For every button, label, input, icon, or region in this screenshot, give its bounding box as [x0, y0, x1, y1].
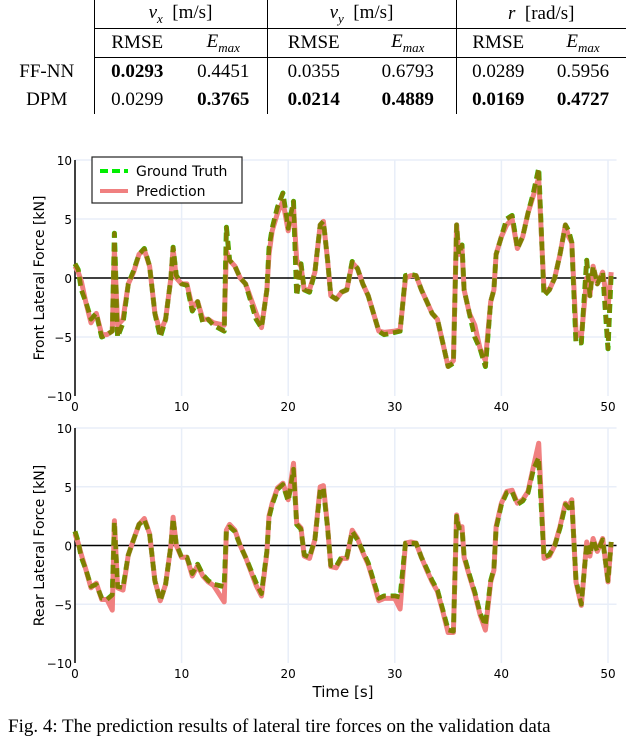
subheader-rmse: RMSE [456, 29, 540, 58]
y-axis-label: Rear Lateral Force [kN] [32, 465, 48, 627]
front-lateral-force-chart: 0 10 20 30 40 50 −10 −5 0 5 10 Front Lateral Force … [32, 154, 617, 414]
y-tick-label: 5 [64, 213, 72, 227]
group-symbol: v [330, 2, 338, 23]
figure-caption: Fig. 4: The prediction results of latera… [8, 716, 551, 738]
x-tick-label: 10 [174, 400, 189, 414]
table-cell: 0.0355 [267, 58, 360, 87]
emax-sub: max [218, 39, 240, 54]
row-label: DPM [0, 86, 94, 114]
row-label: FF-NN [0, 58, 94, 87]
table-row: FF-NN 0.0293 0.4451 0.0355 0.6793 0.0289… [0, 58, 626, 87]
group-symbol: r [508, 3, 515, 24]
y-tick-label: −10 [47, 657, 72, 671]
charts-figure: 01020304050−10−50510Front Lateral Force … [0, 140, 640, 710]
table-corner-cell [0, 29, 94, 58]
emax-symbol: E [566, 31, 578, 52]
table-cell: 0.0289 [456, 58, 540, 87]
table-cell: 0.0293 [94, 58, 180, 87]
x-tick-label: 50 [600, 667, 615, 681]
x-tick-label: 0 [71, 667, 79, 681]
emax-sub: max [578, 39, 600, 54]
group-unit: [rad/s] [525, 3, 575, 24]
x-tick-label: 30 [387, 667, 402, 681]
table-subheader-row: RMSE Emax RMSE Emax RMSE Emax [0, 29, 626, 58]
x-tick-label: 10 [174, 667, 189, 681]
table-cell: 0.4727 [540, 86, 626, 114]
group-symbol-sub: x [157, 10, 163, 25]
x-tick-label: 30 [387, 400, 402, 414]
emax-symbol: E [391, 31, 403, 52]
y-axis-label: Front Lateral Force [kN] [32, 196, 48, 361]
group-symbol-sub: y [338, 10, 344, 25]
y-tick-label: 10 [57, 422, 72, 436]
table-group-header-row: vx [m/s] vy [m/s] r [rad/s] [0, 0, 626, 29]
table-corner-cell [0, 0, 94, 29]
y-tick-label: 5 [64, 481, 72, 495]
subheader-rmse: RMSE [267, 29, 360, 58]
emax-symbol: E [207, 31, 219, 52]
emax-sub: max [403, 39, 425, 54]
y-tick-label: −10 [47, 390, 72, 404]
y-tick-label: −5 [54, 331, 72, 345]
table-cell: 0.0299 [94, 86, 180, 114]
x-tick-label: 50 [600, 400, 615, 414]
table-cell: 0.0169 [456, 86, 540, 114]
subheader-emax: Emax [540, 29, 626, 58]
results-table-container: vx [m/s] vy [m/s] r [rad/s] RMSE Emax RM… [0, 0, 640, 118]
legend-ground-truth-label: Ground Truth [136, 164, 227, 180]
table-cell: 0.6793 [360, 58, 456, 87]
x-tick-label: 0 [71, 400, 79, 414]
group-symbol: v [149, 2, 157, 23]
table-row: DPM 0.0299 0.3765 0.0214 0.4889 0.0169 0… [0, 86, 626, 114]
subheader-emax: Emax [360, 29, 456, 58]
table-cell: 0.4889 [360, 86, 456, 114]
y-tick-label: 10 [57, 154, 72, 168]
table-cell: 0.5956 [540, 58, 626, 87]
y-tick-label: 0 [64, 272, 72, 286]
y-tick-label: 0 [64, 540, 72, 554]
y-tick-label: −5 [54, 598, 72, 612]
group-unit: [m/s] [172, 2, 212, 23]
chart-legend: Ground Truth Prediction [92, 157, 242, 203]
subheader-emax: Emax [180, 29, 267, 58]
subheader-rmse: RMSE [94, 29, 180, 58]
table-cell: 0.3765 [180, 86, 267, 114]
x-tick-label: 40 [494, 400, 509, 414]
table-group-header: vx [m/s] [94, 0, 267, 29]
rear-lateral-force-chart: 0 10 20 30 40 50 −10 −5 0 5 10 Rear Lateral Force [… [32, 422, 617, 701]
x-tick-label: 40 [494, 667, 509, 681]
table-cell: 0.4451 [180, 58, 267, 87]
table-cell: 0.0214 [267, 86, 360, 114]
group-unit: [m/s] [353, 2, 393, 23]
x-tick-label: 20 [281, 667, 296, 681]
table-group-header: r [rad/s] [456, 0, 626, 29]
legend-prediction-label: Prediction [136, 184, 206, 200]
x-axis-label: Time [s] [312, 683, 374, 701]
results-table: vx [m/s] vy [m/s] r [rad/s] RMSE Emax RM… [0, 0, 626, 114]
x-tick-label: 20 [281, 400, 296, 414]
table-group-header: vy [m/s] [267, 0, 456, 29]
